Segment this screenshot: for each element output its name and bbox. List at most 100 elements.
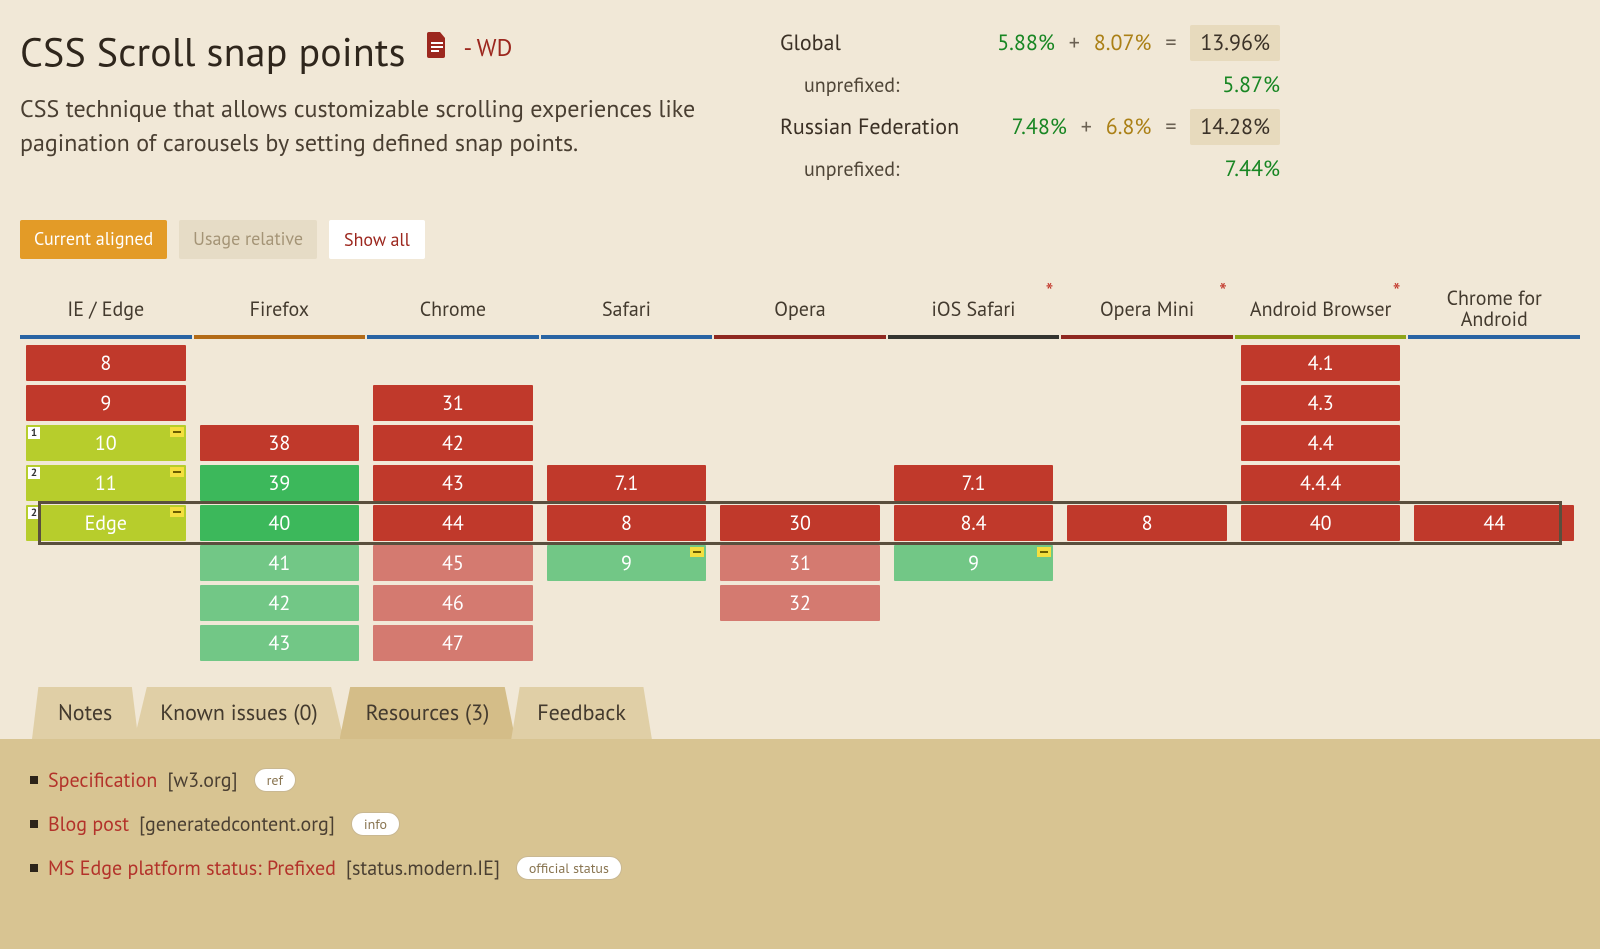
version-cell[interactable]: 101: [26, 425, 186, 461]
tab-notes[interactable]: Notes: [32, 687, 138, 739]
version-cell[interactable]: 4.4: [1241, 425, 1401, 461]
version-cell: [894, 345, 1054, 381]
version-cell[interactable]: 7.1: [894, 465, 1054, 501]
version-cell[interactable]: 39: [200, 465, 360, 501]
version-cell: [1414, 385, 1574, 421]
version-cell[interactable]: 31: [373, 385, 533, 421]
version-cell[interactable]: 9: [894, 545, 1054, 581]
version-cell[interactable]: 43: [200, 625, 360, 661]
stat-global-unprefixed-label: unprefixed:: [780, 72, 1222, 98]
page-title: CSS Scroll snap points - WD: [20, 18, 740, 78]
resource-link[interactable]: Blog post: [48, 811, 129, 837]
version-cell: [1067, 345, 1227, 381]
bullet-icon: [30, 776, 38, 784]
column-separator: [1408, 335, 1580, 339]
stat-global-supported: 5.88%: [997, 29, 1055, 57]
spec-status-badge: - WD: [464, 32, 513, 63]
filter-show-all[interactable]: Show all: [329, 220, 425, 259]
column-separator: [367, 335, 539, 339]
version-cell[interactable]: 40: [1241, 505, 1401, 541]
resource-type-badge: info: [351, 812, 400, 836]
browser-header[interactable]: Safari: [541, 283, 713, 335]
version-cell[interactable]: 30: [720, 505, 880, 541]
browser-header[interactable]: iOS Safari*: [888, 283, 1060, 335]
resource-item: Blog post [generatedcontent.org]info: [30, 811, 1570, 837]
tab-feedback[interactable]: Feedback: [511, 687, 652, 739]
column-separator: [1061, 335, 1233, 339]
version-cell[interactable]: 9: [26, 385, 186, 421]
note-number-badge: 2: [28, 507, 40, 519]
version-cell[interactable]: 7.1: [547, 465, 707, 501]
stat-region-unprefixed: 7.44%: [1225, 155, 1280, 183]
filter-usage-relative[interactable]: Usage relative: [179, 220, 317, 259]
version-cell[interactable]: 43: [373, 465, 533, 501]
resource-item: Specification [w3.org]ref: [30, 767, 1570, 793]
version-cell: [547, 425, 707, 461]
version-cell[interactable]: 46: [373, 585, 533, 621]
version-cell: [720, 385, 880, 421]
version-cell: [547, 345, 707, 381]
filter-current-aligned[interactable]: Current aligned: [20, 220, 167, 259]
version-cell[interactable]: 31: [720, 545, 880, 581]
version-cell[interactable]: 4.3: [1241, 385, 1401, 421]
browser-header[interactable]: Android Browser*: [1235, 283, 1407, 335]
version-cell: [1414, 425, 1574, 461]
resource-link[interactable]: Specification: [48, 767, 157, 793]
version-cell[interactable]: 44: [373, 505, 533, 541]
stat-region-total: 14.28%: [1190, 109, 1280, 145]
version-cell[interactable]: 45: [373, 545, 533, 581]
resource-domain: [status.modern.IE]: [346, 855, 500, 881]
version-cell[interactable]: 32: [720, 585, 880, 621]
version-cell: [547, 385, 707, 421]
version-cell: [1414, 345, 1574, 381]
version-cell[interactable]: 8: [547, 505, 707, 541]
browser-header[interactable]: Chrome: [367, 283, 539, 335]
column-separator: [888, 335, 1060, 339]
version-cell[interactable]: 4.4.4: [1241, 465, 1401, 501]
version-cell[interactable]: 47: [373, 625, 533, 661]
version-cell[interactable]: 44: [1414, 505, 1574, 541]
version-cell[interactable]: 38: [200, 425, 360, 461]
browser-header[interactable]: IE / Edge: [20, 283, 192, 335]
resources-panel: Specification [w3.org]ref Blog post [gene…: [0, 739, 1600, 949]
version-cell[interactable]: 8: [26, 345, 186, 381]
browser-header[interactable]: Firefox: [194, 283, 366, 335]
prefix-flag-icon: [690, 547, 704, 557]
spec-document-icon[interactable]: [427, 18, 447, 44]
stat-region-prefixed: 6.8%: [1106, 113, 1152, 141]
column-separator: [20, 335, 192, 339]
tab-resources[interactable]: Resources (3): [340, 687, 516, 739]
version-cell: [200, 345, 360, 381]
asterisk-icon: *: [1219, 281, 1227, 304]
resource-domain: [w3.org]: [167, 767, 237, 793]
column-separator: [714, 335, 886, 339]
version-cell[interactable]: Edge2: [26, 505, 186, 541]
resource-link[interactable]: MS Edge platform status: Prefixed: [48, 855, 336, 881]
prefix-flag-icon: [170, 507, 184, 517]
note-number-badge: 1: [28, 427, 40, 439]
version-cell[interactable]: 8.4: [894, 505, 1054, 541]
version-cell[interactable]: 42: [373, 425, 533, 461]
version-cell: [1067, 465, 1227, 501]
version-cell[interactable]: 112: [26, 465, 186, 501]
browser-header[interactable]: Opera Mini*: [1061, 283, 1233, 335]
version-cell[interactable]: 9: [547, 545, 707, 581]
version-cell[interactable]: 42: [200, 585, 360, 621]
version-cell: [1414, 465, 1574, 501]
prefix-flag-icon: [170, 427, 184, 437]
bullet-icon: [30, 864, 38, 872]
version-cell[interactable]: 8: [1067, 505, 1227, 541]
stat-global-prefixed: 8.07%: [1094, 29, 1152, 57]
browser-header[interactable]: Opera: [714, 283, 886, 335]
tab-known-issues[interactable]: Known issues (0): [134, 687, 343, 739]
version-cell[interactable]: 4.1: [1241, 345, 1401, 381]
version-cell: [720, 465, 880, 501]
version-cell[interactable]: 40: [200, 505, 360, 541]
stat-region-label: Russian Federation: [780, 113, 1012, 141]
detail-tabs: Notes Known issues (0) Resources (3) Fee…: [20, 687, 1580, 739]
note-number-badge: 2: [28, 467, 40, 479]
column-separator: [541, 335, 713, 339]
support-table: IE / Edge89101112Edge2Firefox38394041424…: [20, 283, 1580, 665]
browser-header[interactable]: Chrome for Android: [1408, 283, 1580, 335]
version-cell[interactable]: 41: [200, 545, 360, 581]
